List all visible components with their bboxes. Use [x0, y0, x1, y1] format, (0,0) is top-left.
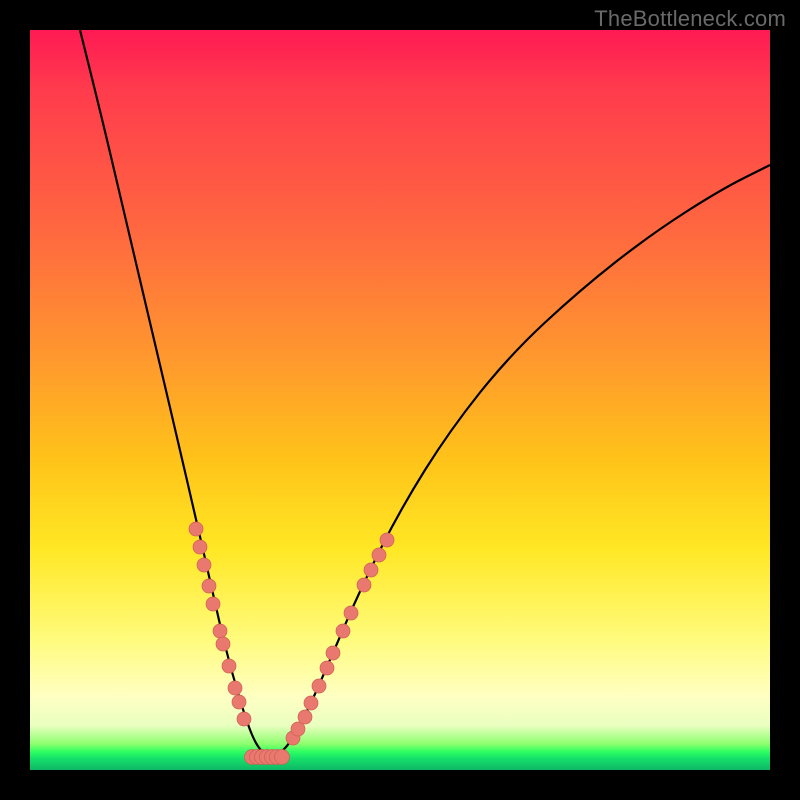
watermark-text: TheBottleneck.com — [594, 6, 786, 32]
marker-dot — [372, 548, 386, 562]
marker-dot — [291, 722, 305, 736]
marker-dot — [326, 646, 340, 660]
marker-dot — [336, 624, 350, 638]
trough-dot — [275, 750, 290, 765]
marker-dot — [189, 522, 203, 536]
marker-dot — [193, 540, 207, 554]
marker-dot — [304, 696, 318, 710]
marker-dot — [357, 578, 371, 592]
marker-dot — [380, 533, 394, 547]
bottleneck-curve — [80, 30, 770, 756]
plot-area — [30, 30, 770, 770]
marker-dot — [237, 712, 251, 726]
trough-bar — [245, 750, 290, 765]
marker-dot — [344, 606, 358, 620]
marker-dot — [213, 624, 227, 638]
marker-dot — [298, 710, 312, 724]
marker-dot — [222, 659, 236, 673]
marker-dot — [202, 579, 216, 593]
marker-dot — [364, 563, 378, 577]
marker-dot — [312, 679, 326, 693]
curve-layer — [30, 30, 770, 770]
marker-dot — [206, 597, 220, 611]
marker-dot — [228, 681, 242, 695]
dots-left-branch — [189, 522, 251, 726]
chart-frame: TheBottleneck.com — [0, 0, 800, 800]
marker-dot — [232, 695, 246, 709]
marker-dot — [320, 661, 334, 675]
marker-dot — [197, 558, 211, 572]
marker-dot — [216, 637, 230, 651]
